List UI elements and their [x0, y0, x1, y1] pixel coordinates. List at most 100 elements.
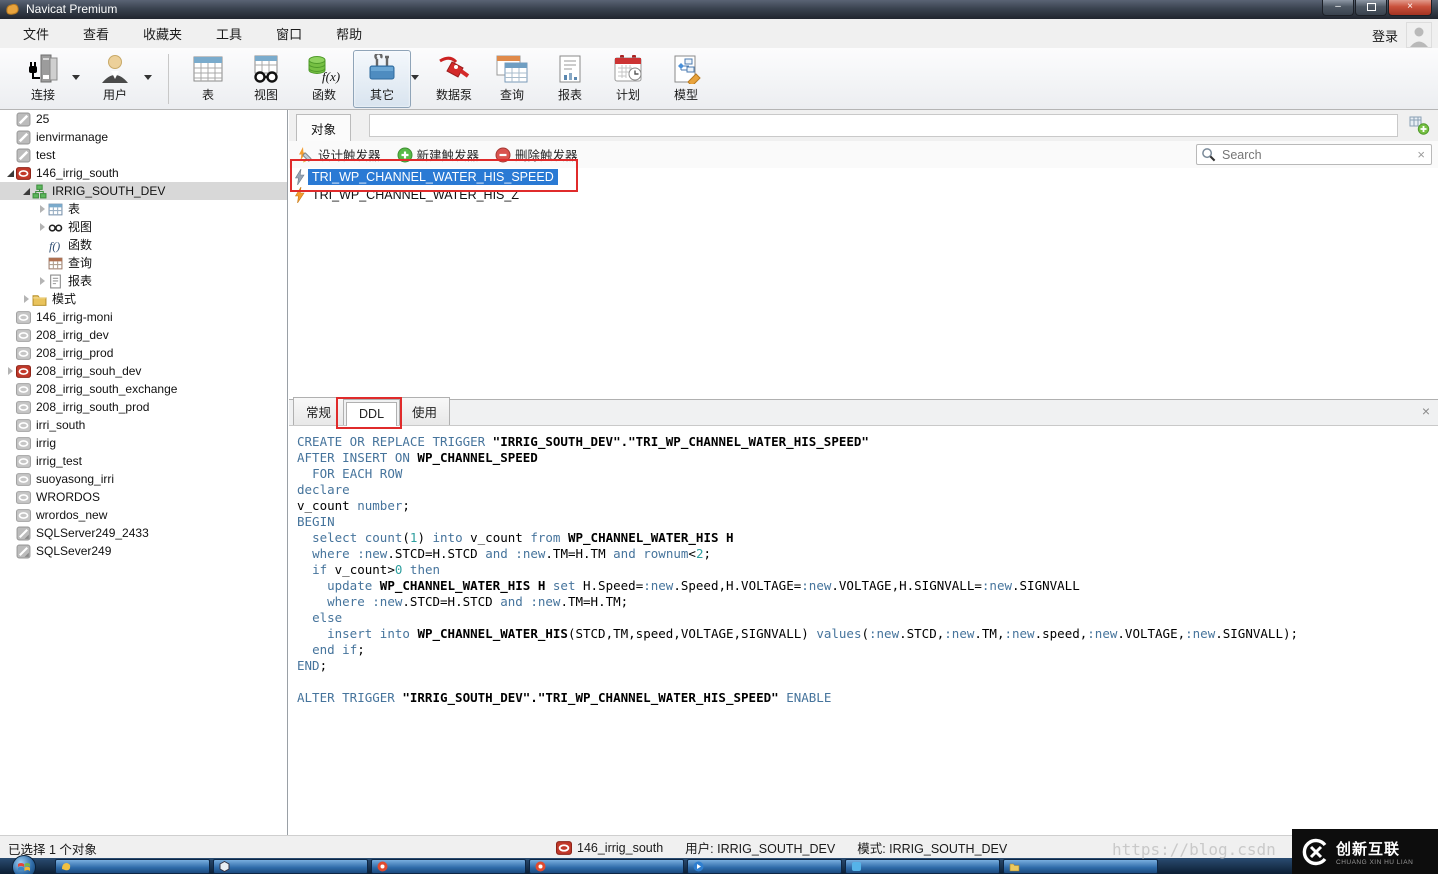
restore-button[interactable] — [1355, 0, 1387, 16]
search-clear-icon[interactable]: × — [1411, 147, 1431, 162]
tree-item-conn-suoyasong-irri[interactable]: suoyasong_irri — [0, 470, 287, 488]
connection-tree: 25ienvirmanagetest146_irrig_southIRRIG_S… — [0, 110, 288, 836]
tree-item-node-queries[interactable]: 查询 — [0, 254, 287, 272]
minimize-button[interactable]: – — [1322, 0, 1354, 16]
tree-item-node-schemas[interactable]: 模式 — [0, 290, 287, 308]
tree-item-conn-208-irrig-souh-dev[interactable]: 208_irrig_souh_dev — [0, 362, 287, 380]
search-input[interactable] — [1220, 145, 1411, 164]
trigger-row[interactable]: TRI_WP_CHANNEL_WATER_HIS_SPEED — [293, 168, 1438, 186]
close-button[interactable]: × — [1388, 0, 1432, 16]
delete-trigger-button[interactable]: 删除触发器 — [495, 145, 578, 164]
function-icon: f(x) — [307, 54, 341, 84]
toolbar-query-label: 查询 — [500, 86, 524, 103]
start-button[interactable] — [12, 855, 36, 874]
tree-item-label: wrordos_new — [36, 506, 107, 524]
tree-item-conn-146-irrig-moni[interactable]: 146_irrig-moni — [0, 308, 287, 326]
glasses-icon — [48, 220, 63, 235]
expand-arrow-icon[interactable] — [20, 295, 32, 303]
expand-arrow-icon[interactable] — [4, 367, 16, 375]
chevron-down-icon[interactable] — [144, 75, 152, 80]
menu-window[interactable]: 窗口 — [259, 20, 319, 47]
menu-help[interactable]: 帮助 — [319, 20, 379, 47]
expand-arrow-icon[interactable] — [4, 170, 16, 177]
toolbar-model-button[interactable]: 模型 — [657, 50, 715, 108]
tree-item-conn-208-irrig-dev[interactable]: 208_irrig_dev — [0, 326, 287, 344]
detail-close-icon[interactable]: × — [1422, 404, 1430, 418]
tree-item-conn-25[interactable]: 25 — [0, 110, 287, 128]
tree-item-node-functions[interactable]: f()函数 — [0, 236, 287, 254]
tree-item-label: 146_irrig_south — [36, 164, 119, 182]
tree-item-conn-wrordos-new[interactable]: wrordos_new — [0, 506, 287, 524]
object-tab-row: 对象 — [289, 110, 1438, 142]
new-object-button[interactable] — [1408, 115, 1430, 135]
toolbar-user-label: 用户 — [103, 86, 127, 103]
avatar[interactable] — [1406, 22, 1432, 48]
search-box[interactable]: × — [1196, 144, 1432, 165]
taskbar-app-2[interactable] — [213, 859, 368, 874]
app-blue-icon — [693, 861, 704, 872]
delete-trigger-icon — [495, 147, 511, 163]
toolbar-user-button[interactable]: 用户 — [86, 50, 144, 108]
tree-item-node-views[interactable]: 视图 — [0, 218, 287, 236]
tree-item-conn-208-irrig-south-prod[interactable]: 208_irrig_south_prod — [0, 398, 287, 416]
expand-arrow-icon[interactable] — [36, 223, 48, 231]
menu-tools[interactable]: 工具 — [199, 20, 259, 47]
tree-item-conn-ienvirmanage[interactable]: ienvirmanage — [0, 128, 287, 146]
expand-arrow-icon[interactable] — [36, 205, 48, 213]
tab-usage[interactable]: 使用 — [399, 397, 450, 425]
menu-view[interactable]: 查看 — [66, 20, 126, 47]
expand-arrow-icon[interactable] — [20, 188, 32, 195]
design-trigger-button[interactable]: 设计触发器 — [297, 145, 381, 164]
toolbar-views-button[interactable]: 视图 — [237, 50, 295, 108]
conn-gray-icon — [16, 112, 31, 127]
taskbar-app-4[interactable] — [529, 859, 684, 874]
login-button[interactable]: 登录 — [1372, 26, 1398, 45]
windows-taskbar — [0, 858, 1438, 874]
tab-objects[interactable]: 对象 — [296, 114, 351, 142]
detail-tab-row: 常规DDL使用 × — [289, 400, 1438, 426]
chevron-down-icon[interactable] — [411, 75, 419, 80]
taskbar-app-5[interactable] — [687, 859, 842, 874]
taskbar-app-1[interactable] — [55, 859, 210, 874]
tree-item-conn-208-irrig-prod[interactable]: 208_irrig_prod — [0, 344, 287, 362]
tree-item-conn-irrig-test[interactable]: irrig_test — [0, 452, 287, 470]
tree-item-schema-irrig-south-dev[interactable]: IRRIG_SOUTH_DEV — [0, 182, 287, 200]
expand-arrow-icon[interactable] — [36, 277, 48, 285]
menu-favorites[interactable]: 收藏夹 — [126, 20, 199, 47]
taskbar-app-3[interactable] — [371, 859, 526, 874]
toolbar-tables-button[interactable]: 表 — [179, 50, 237, 108]
tree-item-conn-208-irrig-south-exchange[interactable]: 208_irrig_south_exchange — [0, 380, 287, 398]
toolbar-datapump-button[interactable]: 数据泵 — [425, 50, 483, 108]
taskbar-app-7[interactable] — [1003, 859, 1158, 874]
tree-item-conn-irrig[interactable]: irrig — [0, 434, 287, 452]
tree-item-conn-irri-south[interactable]: irri_south — [0, 416, 287, 434]
report-mini-icon — [48, 274, 63, 289]
app-red-icon — [535, 861, 546, 872]
chevron-down-icon[interactable] — [72, 75, 80, 80]
toolbar-functions-label: 函数 — [312, 86, 336, 103]
toolbar-others-button[interactable]: 其它 — [353, 50, 411, 108]
tree-item-conn-wrordos[interactable]: WRORDOS — [0, 488, 287, 506]
toolbar-connection-button[interactable]: 连接 — [14, 50, 72, 108]
new-trigger-button[interactable]: 新建触发器 — [397, 145, 480, 164]
toolbar-query-button[interactable]: 查询 — [483, 50, 541, 108]
tab-ddl[interactable]: DDL — [346, 402, 397, 426]
tree-item-node-tables[interactable]: 表 — [0, 200, 287, 218]
toolbar-others-label: 其它 — [370, 86, 394, 103]
tree-item-node-reports[interactable]: 报表 — [0, 272, 287, 290]
tree-item-conn-sqlsever249[interactable]: SQLSever249 — [0, 542, 287, 560]
tree-item-conn-146-irrig-south[interactable]: 146_irrig_south — [0, 164, 287, 182]
oracle-gray-icon — [16, 472, 31, 487]
menu-file[interactable]: 文件 — [6, 20, 66, 47]
cx-logo-icon — [1300, 837, 1330, 867]
toolbar-schedule-button[interactable]: 计划 — [599, 50, 657, 108]
tree-item-conn-test[interactable]: test — [0, 146, 287, 164]
tree-item-conn-sqlserver249-2433[interactable]: SQLServer249_2433 — [0, 524, 287, 542]
taskbar-app-6[interactable] — [845, 859, 1000, 874]
trigger-row[interactable]: TRI_WP_CHANNEL_WATER_HIS_Z — [293, 186, 1438, 204]
tab-general[interactable]: 常规 — [293, 397, 344, 425]
toolbar-report-button[interactable]: 报表 — [541, 50, 599, 108]
toolbar-functions-button[interactable]: f(x) 函数 — [295, 50, 353, 108]
design-trigger-icon — [297, 147, 314, 163]
tree-item-label: 报表 — [68, 272, 92, 290]
